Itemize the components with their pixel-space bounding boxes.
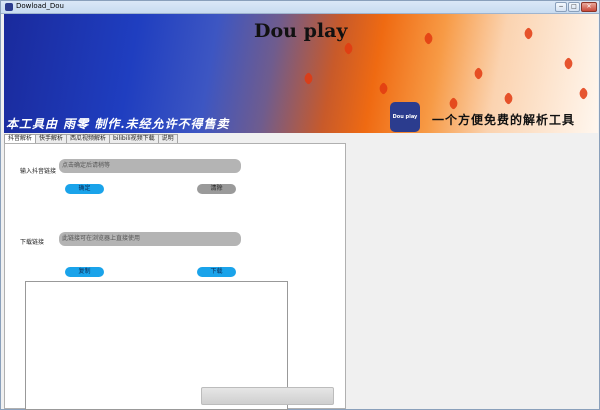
maple-leaf-icon xyxy=(522,27,535,40)
app-window: Dowload_Dou − □ ✕ Dou play 本工具由 雨零 制作.未经… xyxy=(0,0,600,410)
confirm-button[interactable]: 确定 xyxy=(65,184,104,194)
maple-leaf-icon xyxy=(342,42,355,55)
header-banner: Dou play 本工具由 雨零 制作.未经允许不得售卖 Dou play 一个… xyxy=(4,14,598,133)
tab-kuaishou[interactable]: 快手解析 xyxy=(35,134,68,143)
title-bar[interactable]: Dowload_Dou − □ ✕ xyxy=(1,1,599,14)
maple-leaf-icon xyxy=(422,32,435,45)
download-button[interactable]: 下载 xyxy=(197,267,236,277)
banner-left-slogan: 本工具由 雨零 制作.未经允许不得售卖 xyxy=(6,117,230,131)
clear-button[interactable]: 清除 xyxy=(197,184,236,194)
download-link-field[interactable]: 此链接可在浏览器上直接使用 xyxy=(59,232,241,246)
close-button[interactable]: ✕ xyxy=(581,2,597,12)
app-icon xyxy=(5,3,13,11)
maple-leaf-icon xyxy=(472,67,485,80)
window-controls: − □ ✕ xyxy=(555,2,597,12)
tab-xigua[interactable]: 西瓜视频解析 xyxy=(66,134,111,143)
window-title: Dowload_Dou xyxy=(16,2,64,10)
tab-bilibili[interactable]: bilibili视频下载 xyxy=(109,134,159,143)
app-logo: Dou play xyxy=(390,102,420,132)
minimize-button[interactable]: − xyxy=(555,2,567,12)
douyin-panel: 输入抖音链接 点击确定后请稍等 确定 清除 下载链接 此链接可在浏览器上直接使用… xyxy=(4,143,346,410)
maple-leaf-icon xyxy=(562,57,575,70)
banner-title: Dou play xyxy=(254,20,348,42)
banner-right-slogan: 一个方便免费的解析工具 xyxy=(432,113,576,127)
maximize-button[interactable]: □ xyxy=(568,2,580,12)
input-link-label: 输入抖音链接 xyxy=(20,168,57,175)
maple-leaf-icon xyxy=(577,87,590,100)
progress-bar xyxy=(201,387,334,405)
download-link-label: 下载链接 xyxy=(20,239,45,246)
maple-leaf-icon xyxy=(447,97,460,110)
douyin-link-input[interactable]: 点击确定后请稍等 xyxy=(59,159,241,173)
copy-button[interactable]: 复制 xyxy=(65,267,104,277)
tab-help[interactable]: 说明 xyxy=(157,134,178,143)
maple-leaf-icon xyxy=(302,72,315,85)
tab-strip: 抖音解析 快手解析 西瓜视频解析 bilibili视频下载 说明 xyxy=(4,134,178,144)
maple-leaf-icon xyxy=(377,82,390,95)
maple-leaf-icon xyxy=(502,92,515,105)
